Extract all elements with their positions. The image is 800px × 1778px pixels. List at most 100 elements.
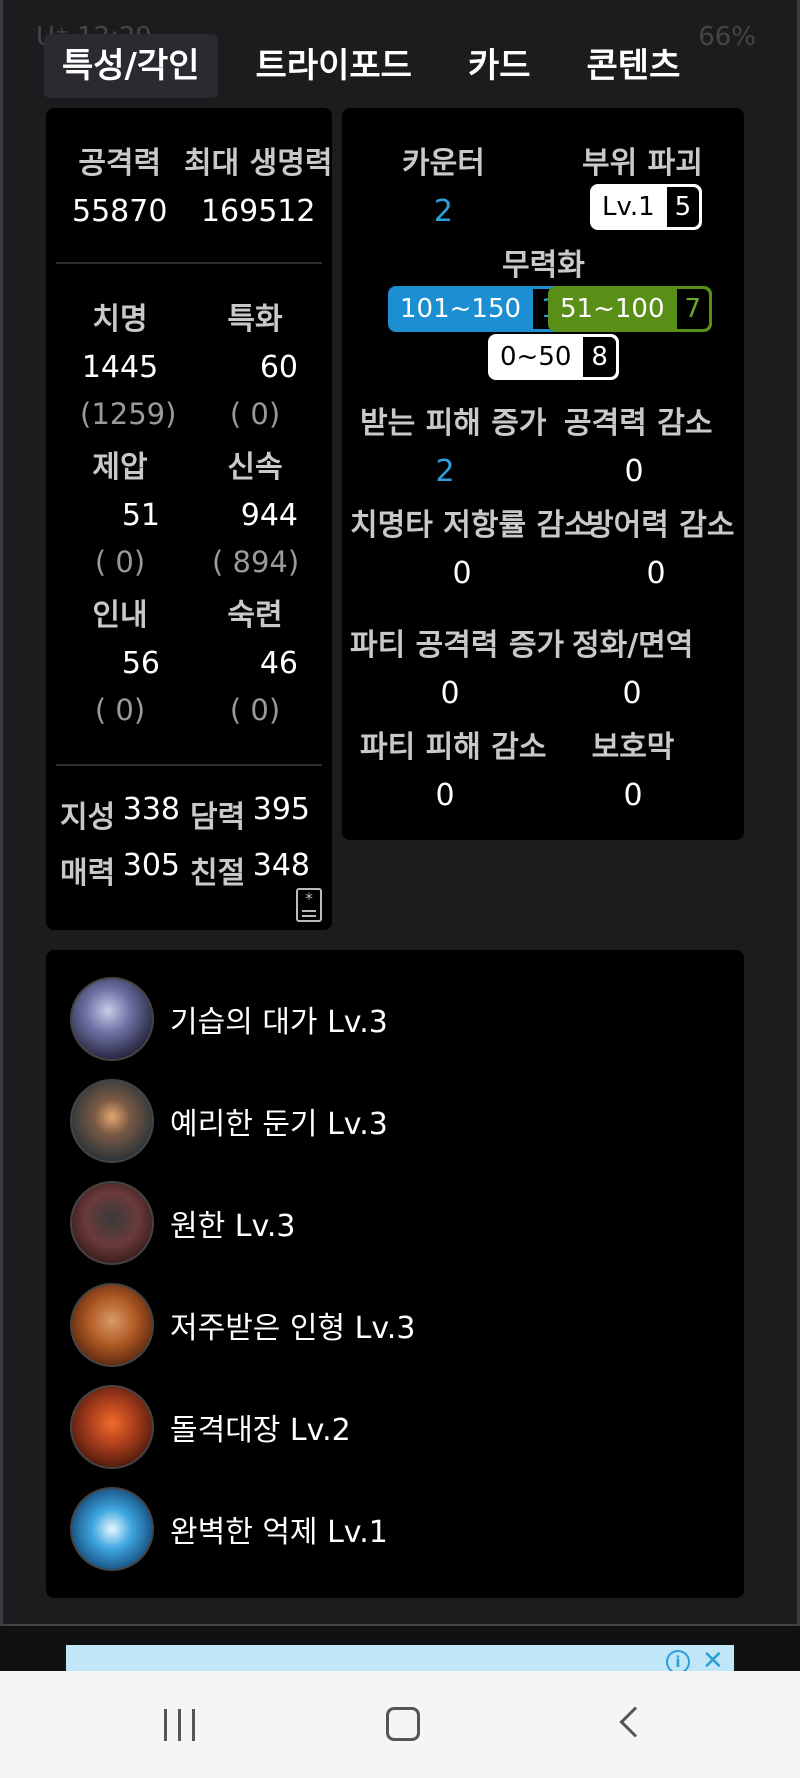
stat-value: 0: [624, 454, 644, 489]
grudge-icon: [70, 1181, 154, 1265]
tab-contents[interactable]: 콘텐츠: [569, 34, 699, 98]
badge-level: Lv.1: [602, 192, 655, 222]
engraving-label: 저주받은 인형 Lv.3: [170, 1311, 416, 1346]
counter-stat: 카운터 2: [402, 138, 485, 229]
damage-taken-up-stat: 받는 피해 증가 2: [360, 398, 547, 489]
tab-traits-engravings[interactable]: 특성/각인: [44, 34, 218, 98]
engraving-item[interactable]: 돌격대장 Lv.2: [70, 1382, 351, 1472]
shield-stat: 보호막 0: [588, 722, 678, 813]
recent-apps-icon: [178, 1709, 181, 1741]
attribute-label: 매력: [60, 856, 116, 891]
stat-expertise: 숙련 46 ( 0): [212, 590, 298, 727]
stat-label: 파티 공격력 증가: [350, 628, 565, 663]
engraving-item[interactable]: 원한 Lv.3: [70, 1178, 296, 1268]
destruction-level-badge: Lv.1 5: [590, 184, 703, 230]
stat-label: 신속: [227, 450, 283, 485]
destruction-stat: 부위 파괴: [582, 138, 703, 182]
stat-label: 부위 파괴: [582, 146, 703, 181]
stagger-badge-mid: 51~100 7: [548, 286, 713, 332]
keen-blunt-weapon-icon: [70, 1079, 154, 1163]
stat-label: 방어력 감소: [586, 508, 735, 543]
master-ambush-icon: [70, 977, 154, 1061]
badge-count: 7: [676, 289, 710, 329]
raid-captain-icon: [70, 1385, 154, 1469]
badge-range: 51~100: [560, 294, 665, 324]
stat-value: 2: [435, 454, 455, 489]
divider: [56, 262, 322, 264]
stat-value: 46: [259, 646, 298, 681]
badge-range: 0~50: [500, 342, 572, 372]
stagger-badge-low: 0~50 8: [488, 334, 619, 380]
tab-cards[interactable]: 카드: [450, 34, 549, 98]
engraving-label: 예리한 둔기 Lv.3: [170, 1107, 388, 1142]
home-icon: [386, 1707, 420, 1741]
recent-apps-icon: [164, 1709, 167, 1741]
stat-label: 공격력 감소: [564, 406, 713, 441]
attribute-label: 지성: [60, 800, 116, 835]
stat-label: 제압: [92, 450, 148, 485]
back-icon: [619, 1706, 651, 1738]
stat-max-hp: 최대 생명력 169512: [184, 138, 332, 229]
perfect-suppression-icon: [70, 1487, 154, 1571]
stat-label: 특화: [227, 302, 283, 337]
divider: [56, 764, 322, 766]
stat-value: 0: [452, 556, 472, 591]
stat-domination: 제압 51 ( 0): [80, 442, 160, 579]
attribute-label: 친절: [190, 856, 246, 891]
system-nav-bar: [0, 1671, 800, 1778]
back-button[interactable]: [612, 1671, 652, 1778]
recent-apps-button[interactable]: [160, 1671, 200, 1778]
stat-label: 카운터: [402, 146, 485, 181]
stat-sub: ( 0): [229, 397, 281, 431]
engraving-item[interactable]: 저주받은 인형 Lv.3: [70, 1280, 415, 1370]
stat-sub: ( 0): [94, 693, 146, 727]
crit-resist-down-stat: 치명타 저항률 감소 0: [350, 500, 592, 591]
stat-value: 169512: [200, 194, 316, 229]
badge-range: 101~150: [400, 294, 522, 324]
attribute-label: 담력: [190, 800, 246, 835]
stat-sub: (1259): [80, 397, 177, 431]
stat-specialization: 특화 60 ( 0): [212, 294, 298, 431]
attack-down-stat: 공격력 감소 0: [564, 398, 713, 489]
stat-label: 치명타 저항률 감소: [350, 508, 592, 543]
stat-label: 인내: [92, 598, 148, 633]
stat-value: 0: [435, 778, 455, 813]
stat-value: 0: [646, 556, 666, 591]
party-damage-down-stat: 파티 피해 감소 0: [360, 722, 547, 813]
stat-label: 정화/면역: [572, 628, 694, 663]
tab-bar: 특성/각인 트라이포드 카드 콘텐츠: [44, 34, 718, 98]
home-button[interactable]: [384, 1671, 424, 1778]
ad-banner[interactable]: [66, 1645, 734, 1671]
stat-sub: ( 894): [212, 545, 300, 579]
attribute-value: 338: [122, 792, 180, 827]
stat-label: 받는 피해 증가: [360, 406, 547, 441]
stats-panel: 공격력 55870 최대 생명력 169512 치명 1445 (1259) 특…: [46, 108, 332, 930]
stat-value: 56: [121, 646, 160, 681]
tab-tripods[interactable]: 트라이포드: [238, 34, 430, 98]
engraving-item[interactable]: 기습의 대가 Lv.3: [70, 974, 388, 1064]
stat-label: 최대 생명력: [184, 146, 333, 181]
stat-sub: ( 0): [94, 545, 146, 579]
stat-crit: 치명 1445 (1259): [80, 294, 177, 431]
stat-value: 51: [121, 498, 160, 533]
attribute-row: 지성 338 담력 395: [60, 792, 320, 836]
stat-label: 숙련: [227, 598, 283, 633]
stat-label: 무력화: [502, 248, 585, 283]
attribute-row: 매력 305 친절 348: [60, 848, 320, 892]
engravings-panel: 기습의 대가 Lv.3 예리한 둔기 Lv.3 원한 Lv.3 저주받은 인형 …: [46, 950, 744, 1598]
stagger-stat: 무력화: [502, 240, 585, 284]
document-icon[interactable]: [296, 888, 322, 922]
badge-count: 8: [583, 337, 616, 377]
stat-label: 공격력: [78, 146, 162, 181]
engraving-label: 원한 Lv.3: [170, 1209, 296, 1244]
engraving-item[interactable]: 예리한 둔기 Lv.3: [70, 1076, 388, 1166]
party-attack-up-stat: 파티 공격력 증가 0: [350, 620, 565, 711]
stat-sub: ( 0): [229, 693, 281, 727]
stat-value: 2: [433, 194, 453, 229]
stat-value: 1445: [81, 350, 159, 385]
defense-down-stat: 방어력 감소 0: [586, 500, 735, 591]
engraving-label: 기습의 대가 Lv.3: [170, 1005, 388, 1040]
engraving-item[interactable]: 완벽한 억제 Lv.1: [70, 1484, 388, 1574]
recent-apps-icon: [192, 1709, 195, 1741]
stat-value: 944: [240, 498, 298, 533]
